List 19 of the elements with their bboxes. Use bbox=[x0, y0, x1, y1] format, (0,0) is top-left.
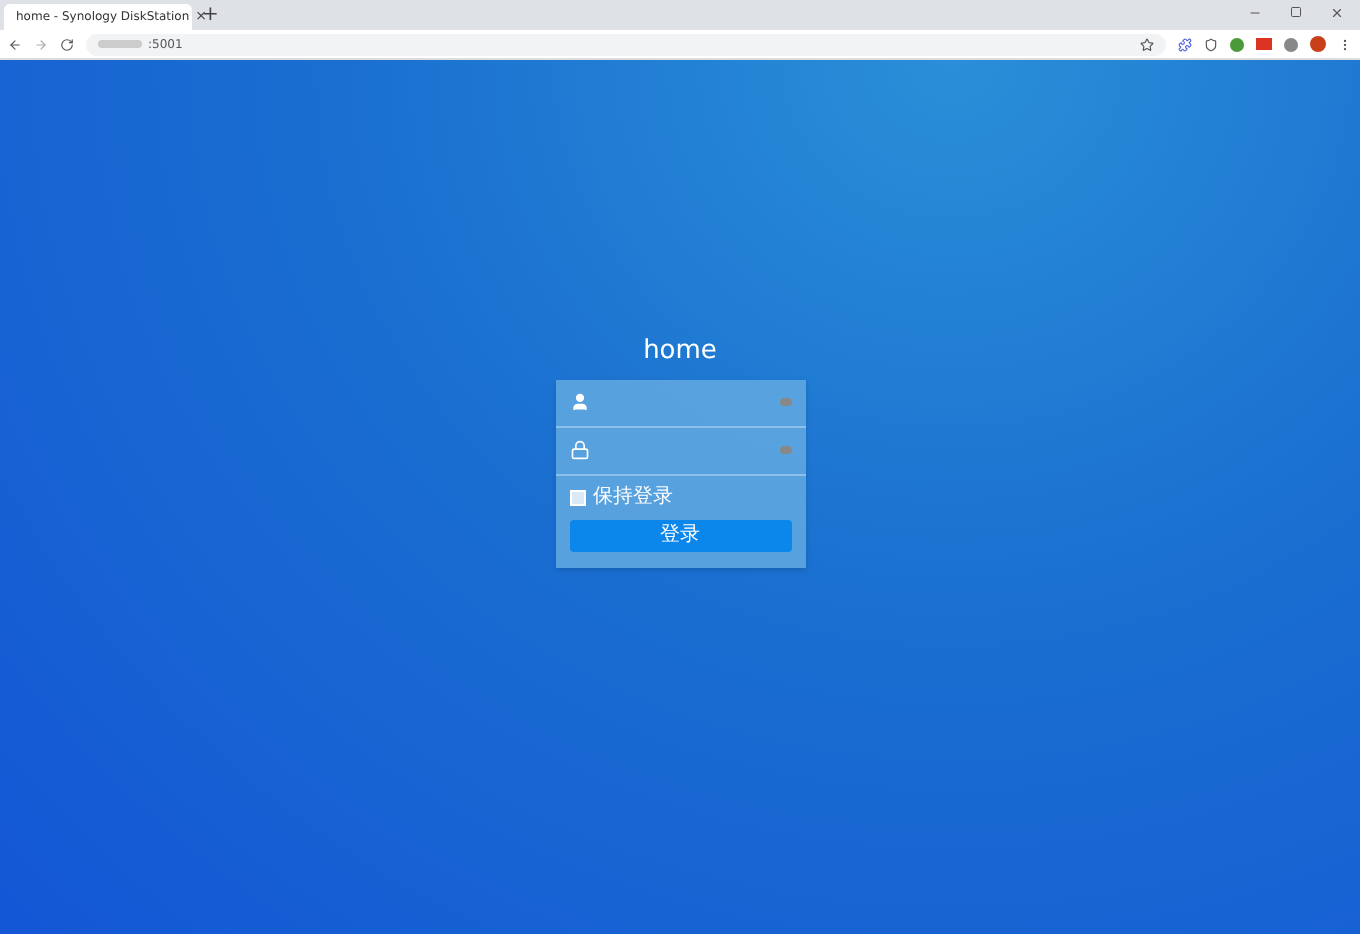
blurred-host bbox=[98, 40, 142, 48]
field-handle-icon bbox=[779, 398, 791, 406]
shield-icon[interactable] bbox=[1204, 37, 1218, 51]
maximize-icon[interactable] bbox=[1290, 6, 1302, 18]
lock-icon bbox=[569, 440, 589, 460]
menu-icon[interactable] bbox=[1338, 37, 1352, 51]
remember-checkbox[interactable] bbox=[569, 489, 585, 505]
close-icon[interactable] bbox=[1330, 6, 1344, 20]
new-tab-button[interactable]: + bbox=[202, 6, 219, 26]
avatar-icon[interactable] bbox=[1310, 36, 1326, 52]
user-icon bbox=[569, 392, 589, 412]
back-icon[interactable] bbox=[8, 37, 22, 51]
extension-icon[interactable] bbox=[1178, 37, 1192, 51]
field-handle-icon bbox=[779, 446, 791, 454]
star-icon[interactable] bbox=[1140, 37, 1154, 51]
remember-label: 保持登录 bbox=[593, 487, 673, 507]
login-title: home bbox=[643, 334, 717, 370]
reload-icon[interactable] bbox=[60, 37, 74, 51]
login-button[interactable]: 登录 bbox=[569, 519, 791, 551]
